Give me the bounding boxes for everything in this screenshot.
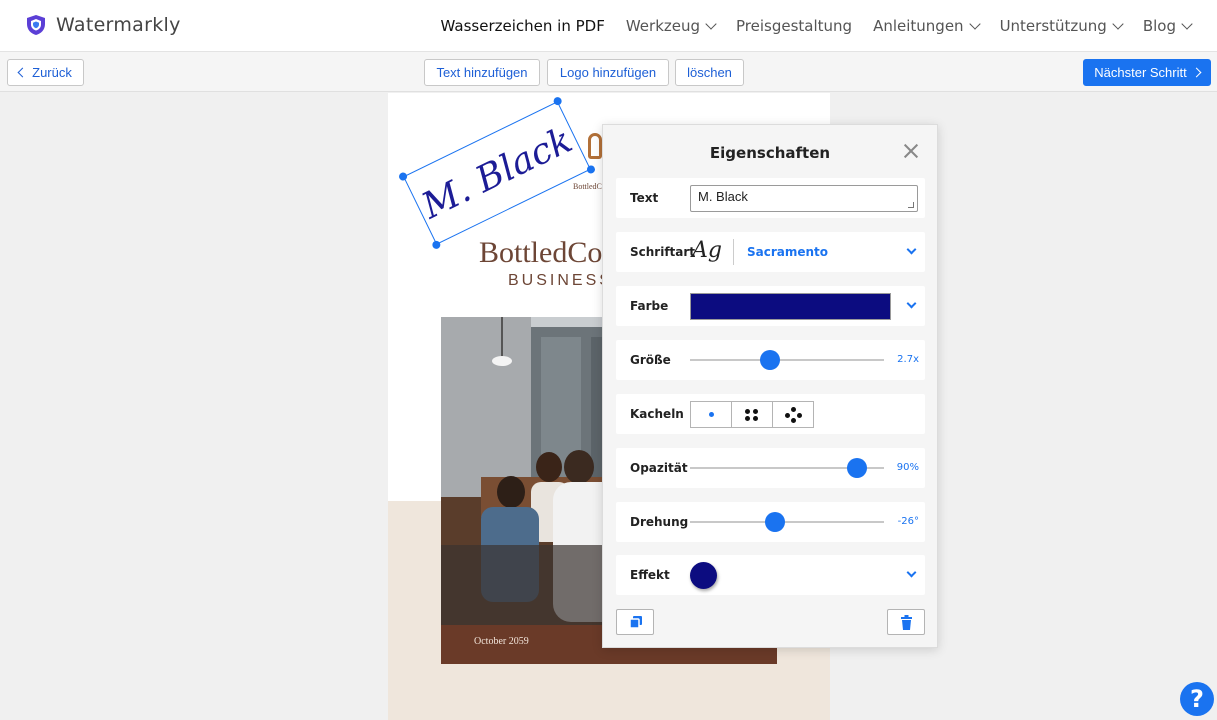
font-preview: Ag [692,238,722,263]
resize-grip-icon[interactable] [908,202,914,208]
effect-swatch[interactable] [690,562,717,589]
document-logo-mark [588,133,602,159]
next-label: Nächster Schritt [1094,65,1187,80]
nav-label: Preisgestaltung [736,17,853,35]
divider [733,239,734,265]
four-tiles-button[interactable] [732,402,773,427]
tiles-row: Kacheln [616,394,925,434]
font-row[interactable]: Schriftart Ag Sacramento [616,232,925,272]
shield-logo-icon [27,15,45,35]
nav-links: Wasserzeichen in PDF Werkzeug Preisgesta… [441,17,1193,35]
size-row: Größe 2.7x [616,340,925,380]
top-navigation: Watermarkly Wasserzeichen in PDF Werkzeu… [0,0,1217,52]
properties-panel: Eigenschaften Text M. Black Schriftart A… [602,124,938,648]
font-name: Sacramento [747,245,829,259]
chevron-down-icon[interactable] [906,567,917,578]
text-row: Text M. Black [616,178,925,218]
nav-item-watermark-pdf[interactable]: Wasserzeichen in PDF [441,17,605,35]
opacity-value: 90% [896,462,919,473]
color-row: Farbe [616,286,925,326]
effect-row: Effekt [616,555,925,595]
add-logo-label: Logo hinzufügen [559,65,657,80]
color-label: Farbe [630,299,669,313]
add-logo-button[interactable]: Logo hinzufügen [547,59,669,86]
close-icon[interactable] [903,143,919,159]
tiles-label: Kacheln [630,407,684,421]
nav-item-tools[interactable]: Werkzeug [625,17,717,35]
font-label: Schriftart [630,245,696,259]
chevron-down-icon[interactable] [906,244,917,255]
rotation-row: Drehung -26° [616,502,925,542]
chevron-down-icon [705,18,717,30]
opacity-slider[interactable] [690,458,884,478]
nav-label: Wasserzeichen in PDF [440,17,605,35]
nav-label: Unterstützung [999,17,1107,35]
text-input-value: M. Black [698,189,748,204]
duplicate-button[interactable] [616,609,654,635]
delete-label: löschen [687,65,732,80]
slider-thumb[interactable] [846,458,867,478]
panel-title: Eigenschaften [709,144,831,162]
delete-watermark-button[interactable] [887,609,925,635]
copy-icon [629,616,642,629]
document-caption: October 2059 [474,636,529,647]
nav-item-blog[interactable]: Blog [1142,17,1193,35]
single-tile-button[interactable] [691,402,732,427]
nav-item-pricing[interactable]: Preisgestaltung [736,17,852,35]
size-slider[interactable] [690,350,884,370]
chevron-right-icon [1191,67,1202,78]
text-label: Text [630,191,659,205]
back-button[interactable]: Zurück [7,59,84,86]
size-label: Größe [630,353,671,367]
chevron-left-icon [17,67,28,78]
add-text-label: Text hinzufügen [436,65,528,80]
chevron-down-icon[interactable] [906,298,917,309]
help-button[interactable]: ? [1180,682,1214,716]
rotation-value: -26° [897,516,919,527]
trash-icon [901,615,912,630]
diagonal-tiles-button[interactable] [773,402,813,427]
chevron-down-icon [968,18,981,30]
slider-thumb[interactable] [759,350,780,370]
chevron-down-icon [1181,18,1193,30]
single-tile-icon [709,412,714,417]
nav-label: Blog [1142,17,1176,35]
document-subtitle: BUSINESS [508,272,613,289]
add-text-button[interactable]: Text hinzufügen [424,59,540,86]
next-step-button[interactable]: Nächster Schritt [1083,59,1211,86]
delete-button[interactable]: löschen [675,59,744,86]
brand-name: Watermarkly [56,14,181,36]
nav-label: Anleitungen [873,17,964,35]
chevron-down-icon [1112,18,1124,30]
help-label: ? [1190,685,1204,713]
effect-label: Effekt [630,568,670,582]
document-small-brand: BottledC [573,182,602,191]
editor-toolbar: Zurück Text hinzufügen Logo hinzufügen l… [0,52,1217,92]
nav-item-support[interactable]: Unterstützung [999,17,1124,35]
rotation-slider[interactable] [690,512,884,532]
slider-thumb[interactable] [765,512,786,532]
rotation-label: Drehung [630,515,689,529]
brand-logo[interactable]: Watermarkly [26,14,181,36]
nav-item-guides[interactable]: Anleitungen [873,17,981,35]
opacity-label: Opazität [630,461,688,475]
tile-options [690,401,814,428]
color-swatch[interactable] [690,293,891,320]
back-label: Zurück [32,65,72,80]
size-value: 2.7x [897,354,919,365]
document-title: BottledCo [479,236,603,269]
watermark-text-input[interactable]: M. Black [690,185,918,212]
nav-label: Werkzeug [625,17,701,35]
opacity-row: Opazität 90% [616,448,925,488]
